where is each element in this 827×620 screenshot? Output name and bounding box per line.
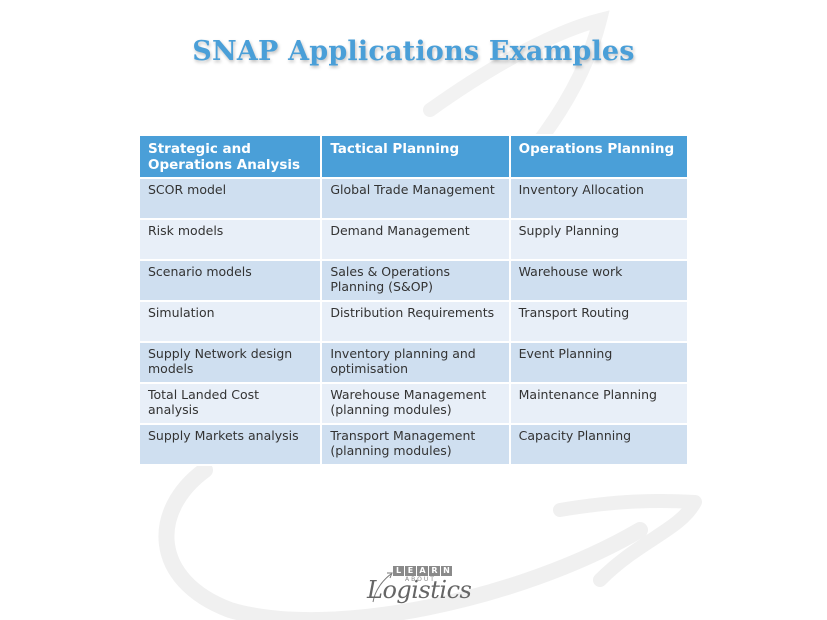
- table-header-row: Strategic and Operations Analysis Tactic…: [137, 134, 690, 179]
- table-cell: Inventory planning and optimisation: [320, 341, 511, 384]
- table-row: SCOR model Global Trade Management Inven…: [137, 177, 690, 220]
- table-cell: Sales & Operations Planning (S&OP): [320, 259, 511, 302]
- table-cell: Scenario models: [137, 259, 323, 302]
- logo-letter: N: [441, 566, 452, 576]
- table-cell: Transport Routing: [508, 300, 690, 343]
- table-cell: Distribution Requirements: [320, 300, 511, 343]
- logo-letter: E: [405, 566, 416, 576]
- table-cell: Event Planning: [508, 341, 690, 384]
- table-cell: Simulation: [137, 300, 323, 343]
- table-row: Supply Markets analysis Transport Manage…: [137, 423, 690, 466]
- table-cell: Capacity Planning: [508, 423, 690, 466]
- table-row: Total Landed Cost analysis Warehouse Man…: [137, 382, 690, 425]
- table-cell: Inventory Allocation: [508, 177, 690, 220]
- column-header-operations: Operations Planning: [508, 134, 690, 179]
- table-row: Supply Network design models Inventory p…: [137, 341, 690, 384]
- logo-letter: A: [417, 566, 428, 576]
- slide-title: SNAP Applications Examples: [192, 36, 635, 67]
- table-cell: Global Trade Management: [320, 177, 511, 220]
- column-header-tactical: Tactical Planning: [320, 134, 511, 179]
- table-cell: Demand Management: [320, 218, 511, 261]
- table-cell: Warehouse Management (planning modules): [320, 382, 511, 425]
- table-cell: Supply Markets analysis: [137, 423, 323, 466]
- logo-learn-letters: L E A R N: [393, 566, 452, 576]
- column-header-strategic: Strategic and Operations Analysis: [137, 134, 323, 179]
- logo-letter: L: [393, 566, 404, 576]
- table-cell: Total Landed Cost analysis: [137, 382, 323, 425]
- table-cell: Risk models: [137, 218, 323, 261]
- table-row: Scenario models Sales & Operations Plann…: [137, 259, 690, 302]
- table-cell: Supply Planning: [508, 218, 690, 261]
- table-cell: Warehouse work: [508, 259, 690, 302]
- snap-applications-table: Strategic and Operations Analysis Tactic…: [137, 134, 690, 466]
- logo-letter: R: [429, 566, 440, 576]
- table-row: Simulation Distribution Requirements Tra…: [137, 300, 690, 343]
- table-cell: Transport Management (planning modules): [320, 423, 511, 466]
- table-row: Risk models Demand Management Supply Pla…: [137, 218, 690, 261]
- learn-about-logistics-logo: L E A R N ABOUT Logistics: [365, 566, 475, 616]
- table-cell: SCOR model: [137, 177, 323, 220]
- table-cell: Maintenance Planning: [508, 382, 690, 425]
- logo-logistics-text: Logistics: [367, 576, 472, 604]
- table-cell: Supply Network design models: [137, 341, 323, 384]
